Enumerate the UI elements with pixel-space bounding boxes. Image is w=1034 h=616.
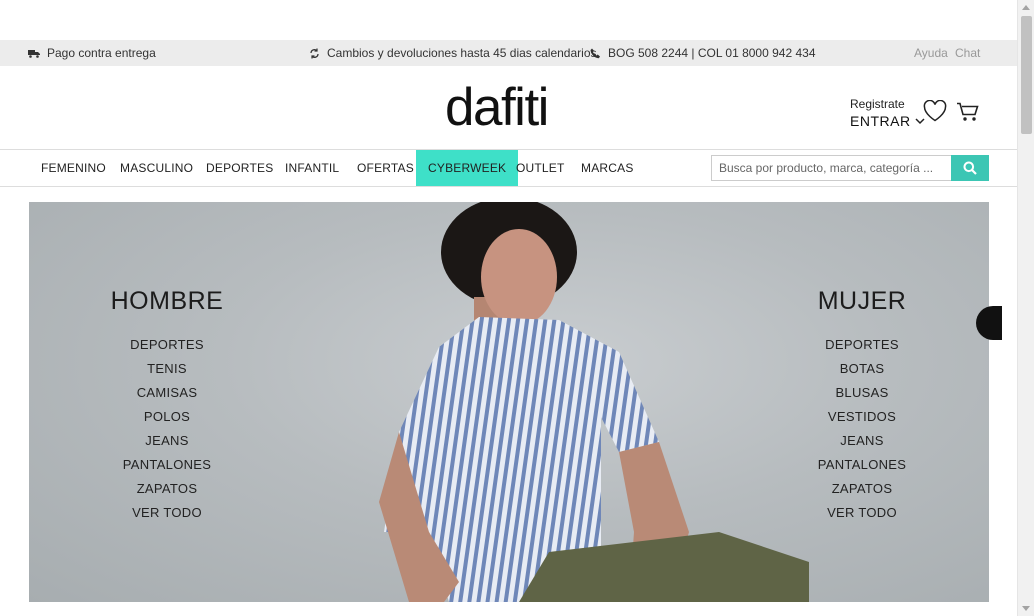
phone-text: BOG 508 2244 | COL 01 8000 942 434 <box>608 46 816 60</box>
payment-info: Pago contra entrega <box>28 40 156 66</box>
heart-icon[interactable] <box>923 100 947 122</box>
men-link-pantalones[interactable]: PANTALONES <box>77 453 257 477</box>
vertical-scrollbar[interactable] <box>1017 0 1034 616</box>
nav-item-cyberweek[interactable]: CYBERWEEK <box>416 150 519 186</box>
search-button[interactable] <box>951 155 989 181</box>
exchange-icon <box>310 48 319 58</box>
women-link-pantalones[interactable]: PANTALONES <box>772 453 952 477</box>
login-button[interactable]: ENTRAR <box>850 113 925 129</box>
nav-item-outlet[interactable]: OUTLET <box>516 150 565 186</box>
women-link-deportes[interactable]: DEPORTES <box>772 333 952 357</box>
phone-icon <box>590 48 600 58</box>
nav-item-ofertas[interactable]: OFERTAS <box>357 150 414 186</box>
men-link-zapatos[interactable]: ZAPATOS <box>77 477 257 501</box>
returns-info[interactable]: Cambios y devoluciones hasta 45 dias cal… <box>309 40 597 66</box>
help-link[interactable]: Ayuda <box>914 40 948 66</box>
nav-item-marcas[interactable]: MARCAS <box>581 150 634 186</box>
men-link-tenis[interactable]: TENIS <box>77 357 257 381</box>
men-link-ver-todo[interactable]: VER TODO <box>77 501 257 525</box>
women-link-ver-todo[interactable]: VER TODO <box>772 501 952 525</box>
register-link[interactable]: Registrate <box>850 97 925 111</box>
women-link-zapatos[interactable]: ZAPATOS <box>772 477 952 501</box>
nav-item-infantil[interactable]: INFANTIL <box>285 150 339 186</box>
men-link-jeans[interactable]: JEANS <box>77 429 257 453</box>
women-link-blusas[interactable]: BLUSAS <box>772 381 952 405</box>
page: Pago contra entrega Cambios y devolucion… <box>0 0 1034 616</box>
women-link-botas[interactable]: BOTAS <box>772 357 952 381</box>
women-category-column: MUJER DEPORTES BOTAS BLUSAS VESTIDOS JEA… <box>772 287 952 525</box>
search-icon <box>963 161 977 175</box>
main-nav: FEMENINO MASCULINO DEPORTES INFANTIL OFE… <box>0 150 1017 187</box>
men-link-deportes[interactable]: DEPORTES <box>77 333 257 357</box>
men-link-camisas[interactable]: CAMISAS <box>77 381 257 405</box>
header: dafiti Registrate ENTRAR <box>0 66 1017 150</box>
hero-banner[interactable]: HOMBRE DEPORTES TENIS CAMISAS POLOS JEAN… <box>29 202 989 602</box>
women-link-jeans[interactable]: JEANS <box>772 429 952 453</box>
nav-item-masculino[interactable]: MASCULINO <box>120 150 193 186</box>
scroll-up-arrow-icon[interactable] <box>1022 5 1030 10</box>
scrollbar-thumb[interactable] <box>1021 16 1032 134</box>
phone-info: BOG 508 2244 | COL 01 8000 942 434 <box>590 40 816 66</box>
women-link-vestidos[interactable]: VESTIDOS <box>772 405 952 429</box>
payment-text: Pago contra entrega <box>47 46 156 60</box>
model-face <box>481 229 557 325</box>
cart-icon[interactable] <box>956 102 979 122</box>
chat-link[interactable]: Chat <box>955 40 980 66</box>
scroll-down-arrow-icon[interactable] <box>1022 606 1030 611</box>
nav-item-femenino[interactable]: FEMENINO <box>41 150 106 186</box>
women-title[interactable]: MUJER <box>772 287 952 316</box>
men-category-column: HOMBRE DEPORTES TENIS CAMISAS POLOS JEAN… <box>77 287 257 525</box>
model-photo <box>379 202 809 602</box>
top-info-bar: Pago contra entrega Cambios y devolucion… <box>0 40 1017 66</box>
search-input[interactable] <box>711 155 951 181</box>
account-menu[interactable]: Registrate ENTRAR <box>850 97 925 129</box>
truck-icon <box>28 49 40 58</box>
returns-text: Cambios y devoluciones hasta 45 dias cal… <box>327 46 597 60</box>
men-link-polos[interactable]: POLOS <box>77 405 257 429</box>
floating-widget-button[interactable] <box>976 306 1002 340</box>
search-bar <box>711 155 989 181</box>
login-label: ENTRAR <box>850 113 911 129</box>
men-title[interactable]: HOMBRE <box>77 287 257 316</box>
nav-item-deportes[interactable]: DEPORTES <box>206 150 273 186</box>
dafiti-logo[interactable]: dafiti <box>445 80 549 136</box>
